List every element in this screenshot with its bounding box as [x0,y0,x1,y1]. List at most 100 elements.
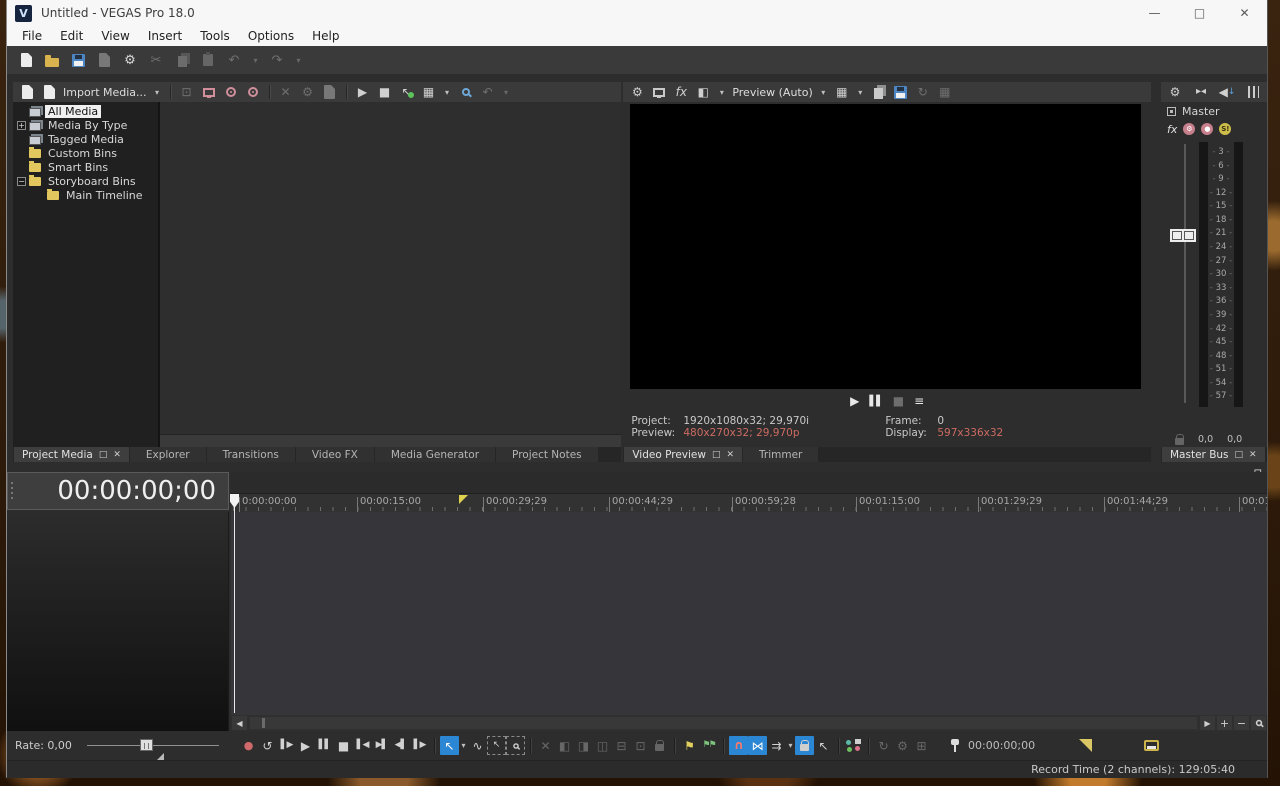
panel-tab[interactable]: Trimmer [743,447,819,462]
tree-expander-icon[interactable]: + [17,120,26,130]
ripple-edit-dropdown-icon[interactable]: ▾ [786,741,795,750]
menu-item[interactable]: Help [303,26,348,46]
play-from-start-button[interactable]: ▌▶ [277,736,296,755]
selection-edit-tool-button[interactable]: ↖ [487,736,506,755]
maximize-button[interactable]: □ [1177,0,1222,26]
dim-output-icon[interactable]: ◀ ↓ [1219,84,1236,100]
lock-envelopes-toggle[interactable] [795,736,814,755]
menu-item[interactable]: Options [239,26,303,46]
close-tab-icon[interactable]: ✕ [113,450,121,460]
import-media-dropdown-icon[interactable]: ▾ [153,88,162,97]
close-tab-icon[interactable]: ✕ [1249,450,1257,460]
ignore-event-grouping-toggle[interactable]: ↖ [814,736,833,755]
overlays-dropdown-icon[interactable]: ▾ [856,88,865,97]
mixer-properties-icon[interactable]: ⚙ [1167,84,1183,100]
import-media-button[interactable]: Import Media... [63,86,147,99]
preview-quality-button[interactable]: Preview (Auto) [732,86,812,99]
zoom-out-button[interactable]: − [1234,716,1249,730]
views-dropdown-icon[interactable]: ▾ [443,88,452,97]
record-button[interactable]: ● [239,736,258,755]
tab-project-media[interactable]: Project Media □ ✕ [14,447,129,462]
tab-video-preview[interactable]: Video Preview □ ✕ [624,447,743,462]
tree-item[interactable]: Tagged Media [13,132,158,146]
auto-crossfade-toggle[interactable]: ⋈ [748,736,767,755]
ripple-edit-toggle[interactable]: ⇉ [767,736,786,755]
go-to-start-button[interactable]: ▌◀ [353,736,372,755]
scrollbar-track[interactable] [250,717,1197,729]
copy-snapshot-icon[interactable] [871,84,887,100]
project-properties-button[interactable]: ⚙ [121,51,139,69]
volume-fader-handle[interactable] [1170,229,1196,242]
snap-toggle[interactable]: ∪ [729,736,748,755]
timeline-canvas[interactable] [231,512,1267,715]
new-project-button[interactable] [17,51,35,69]
preview-play-button[interactable]: ▶ [850,394,859,408]
close-tab-icon[interactable]: ✕ [726,450,734,460]
views-icon[interactable]: ▦ [421,84,437,100]
preview-quality-dropdown-icon[interactable]: ▾ [819,88,828,97]
cursor-timecode[interactable]: 00:00:00;00 [968,739,1035,752]
storyboard-overlay-icon[interactable] [1144,740,1160,751]
panel-tab[interactable]: Project Notes [496,447,598,462]
next-frame-button[interactable]: ▌▶ [410,736,429,755]
previous-frame-button[interactable]: ◀▌ [391,736,410,755]
mixer-controls-icon[interactable] [1245,84,1261,100]
go-to-end-button[interactable]: ▶▌ [372,736,391,755]
external-monitor-icon[interactable] [651,84,667,100]
tree-expander-icon[interactable]: − [17,176,26,186]
fx-plugin-dot-icon[interactable]: ● [1201,123,1214,135]
float-window-icon[interactable]: □ [99,450,108,460]
tree-item[interactable]: Custom Bins [13,146,158,160]
panel-tab[interactable]: Transitions [206,447,295,462]
rate-reset-icon[interactable] [157,753,164,760]
save-snapshot-icon[interactable] [893,84,909,100]
menu-item[interactable]: File [13,26,51,46]
panel-tab[interactable]: Media Generator [374,447,496,462]
pause-button[interactable]: ▌▌ [315,736,334,755]
scrollbar-thumb[interactable] [262,718,265,728]
zoom-tool-button[interactable] [1251,716,1266,730]
zoom-in-button[interactable]: + [1217,716,1232,730]
track-list-panel[interactable] [7,512,229,731]
video-output-fx-icon[interactable]: fx [673,84,689,100]
panel-tab[interactable]: Video FX [295,447,374,462]
split-screen-icon[interactable]: ◧ [695,84,711,100]
open-project-button[interactable] [43,51,61,69]
extract-audio-cd-icon[interactable] [223,84,239,100]
scroll-right-button[interactable]: ▶ [1200,716,1215,730]
marker-bar[interactable] [231,472,1267,493]
insert-marker-button[interactable]: ⚑ [680,736,699,755]
fx-plugin-gear-icon[interactable]: ⚙ [1183,123,1196,135]
tab-master-bus[interactable]: Master Bus □ ✕ [1162,447,1265,462]
rate-slider-handle[interactable] [140,739,153,751]
edit-tool-dropdown-icon[interactable]: ▾ [459,741,468,750]
preview-menu-icon[interactable]: ≡ [914,394,924,408]
float-window-icon[interactable]: □ [1235,450,1244,460]
search-media-icon[interactable] [458,84,474,100]
tree-item[interactable]: − Storyboard Bins [13,174,158,188]
ruler-bar[interactable]: 0:00:00:00 00:00:15:00 00:00:29;29 00:00:44… [231,493,1267,512]
fx-plugin-s-icon[interactable]: S! [1219,123,1232,135]
timeline-ruler[interactable]: 0:00:00:00 00:00:15:00 00:00:29;29 00:00:44… [231,472,1267,512]
float-window-icon[interactable]: □ [712,450,721,460]
minimize-button[interactable]: — [1132,0,1177,26]
save-project-button[interactable] [69,51,87,69]
zoom-edit-tool-button[interactable] [506,736,525,755]
import-project-media-icon[interactable] [41,84,57,100]
envelope-edit-tool-button[interactable]: ∿ [468,736,487,755]
play-button[interactable]: ▶ [296,736,315,755]
split-screen-dropdown-icon[interactable]: ▾ [717,88,726,97]
tree-item[interactable]: All Media [13,104,158,118]
media-list-area[interactable] [160,102,622,447]
insert-region-button[interactable]: ⚑⚑ [699,736,718,755]
scroll-left-button[interactable]: ◀ [232,716,247,730]
menu-item[interactable]: Insert [139,26,191,46]
fader-lock-icon[interactable] [1175,433,1184,445]
cursor-marker-icon[interactable] [459,495,468,504]
master-collapse-icon[interactable] [1167,106,1176,116]
capture-video-icon[interactable] [201,84,217,100]
tree-item[interactable]: Smart Bins [13,160,158,174]
menu-item[interactable]: View [92,26,138,46]
downmix-output-icon[interactable]: ▸◂ [1193,84,1209,100]
get-media-web-icon[interactable] [245,84,261,100]
